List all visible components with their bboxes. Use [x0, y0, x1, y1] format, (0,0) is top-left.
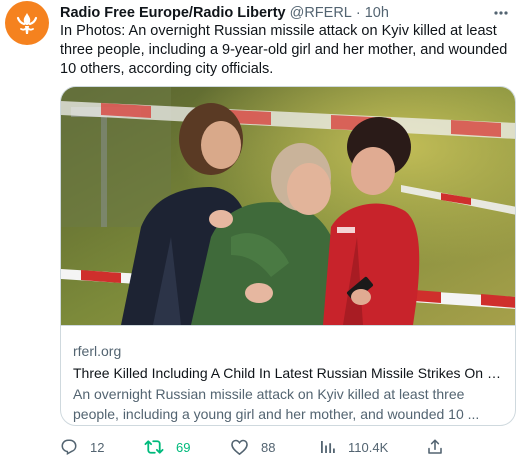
card-description: An overnight Russian missile attack on K… [73, 386, 480, 422]
like-count: 88 [261, 439, 276, 455]
card-title[interactable]: Three Killed Including A Child In Latest… [73, 364, 505, 383]
card-image [61, 87, 515, 325]
avatar[interactable] [5, 1, 49, 45]
author-handle[interactable]: @RFERL [290, 3, 352, 23]
rferl-torch-logo-icon [16, 13, 38, 34]
card-domain: rferl.org [73, 343, 122, 359]
author-display-name[interactable]: Radio Free Europe/Radio Liberty [60, 3, 286, 23]
reply-count: 12 [90, 439, 105, 455]
tweet-timestamp[interactable]: 10h [365, 3, 389, 23]
retweet-button[interactable]: 69 [144, 436, 190, 458]
link-card[interactable]: rferl.org Three Killed Including A Child… [60, 86, 516, 426]
tweet[interactable]: Radio Free Europe/Radio Liberty @RFERL ·… [0, 0, 525, 461]
tweet-text: In Photos: An overnight Russian missile … [60, 23, 508, 77]
views-count: 110.4K [348, 439, 389, 455]
share-icon [428, 439, 442, 454]
retweet-icon [144, 440, 164, 454]
share-button[interactable] [426, 436, 444, 458]
views-icon [321, 441, 335, 453]
reply-button[interactable]: 12 [60, 436, 104, 458]
card-info: rferl.org Three Killed Including A Child… [61, 325, 515, 425]
more-icon [494, 11, 508, 15]
reply-icon [61, 439, 77, 456]
retweet-count: 69 [176, 439, 191, 455]
views-button[interactable]: 110.4K [318, 436, 388, 458]
header-separator: · [355, 5, 361, 21]
more-button[interactable] [489, 3, 513, 23]
heart-icon [231, 439, 248, 456]
like-button[interactable]: 88 [230, 436, 275, 458]
tweet-actions: 12 69 88 110.4K [60, 436, 520, 458]
tweet-header: Radio Free Europe/Radio Liberty @RFERL ·… [60, 3, 517, 23]
